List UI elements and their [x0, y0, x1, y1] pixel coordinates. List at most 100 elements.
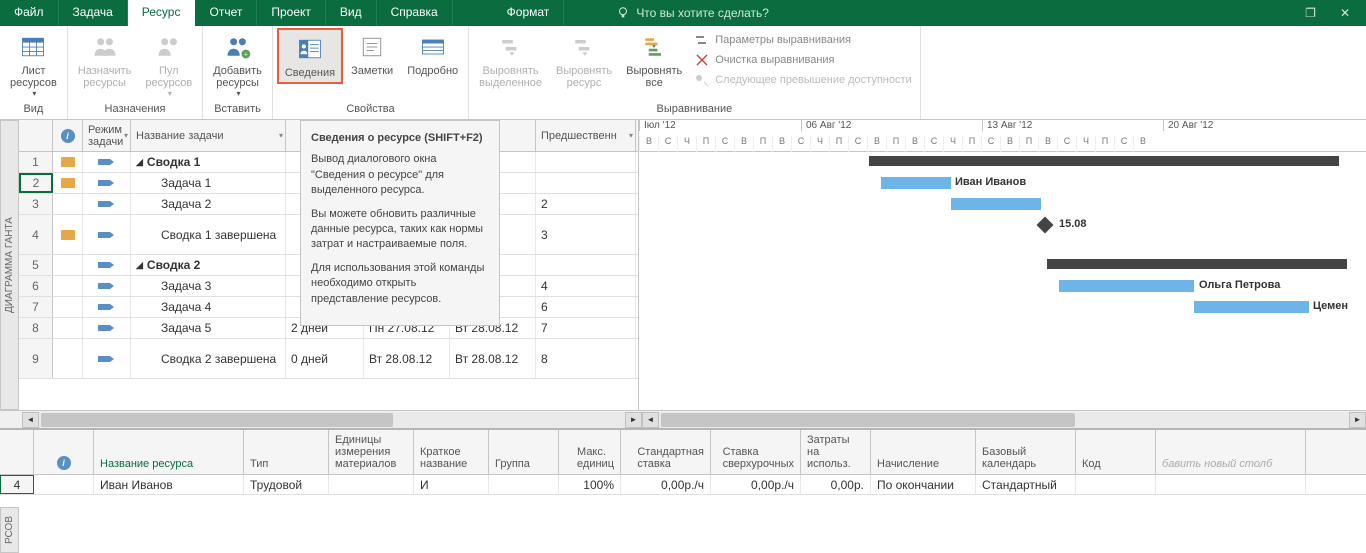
clear-leveling-link[interactable]: Очистка выравнивания	[694, 52, 911, 68]
clear-icon	[694, 52, 710, 68]
res-col-calendar[interactable]: Базовый календарь	[976, 430, 1076, 474]
scroll-track[interactable]	[659, 412, 1349, 428]
leveling-options-link[interactable]: Параметры выравнивания	[694, 32, 911, 48]
ribbon: Лист ресурсов▾ Вид Назначить ресурсы Пул…	[0, 26, 1366, 120]
link-label: Параметры выравнивания	[715, 34, 851, 46]
svg-text:+: +	[243, 52, 247, 59]
res-col-code[interactable]: Код	[1076, 430, 1156, 474]
notes-button[interactable]: Заметки	[345, 28, 399, 80]
level-all-icon	[638, 31, 670, 63]
table-row[interactable]: 9Сводка 2 завершена0 днейВт 28.08.12Вт 2…	[19, 339, 638, 379]
menu-task[interactable]: Задача	[59, 0, 128, 26]
ribbon-btn-label: Добавить ресурсы	[213, 65, 262, 89]
screentip-text: Вывод диалогового окна "Сведения о ресур…	[311, 152, 489, 198]
task-grid: i Режим задачи▾ Название задачи▾ Предшес…	[19, 120, 639, 410]
res-col-unit[interactable]: Единицы измерения материалов	[329, 430, 414, 474]
screentip-title: Сведения о ресурсе (SHIFT+F2)	[311, 131, 489, 146]
assign-resources-button: Назначить ресурсы	[72, 28, 138, 92]
res-col-group[interactable]: Группа	[489, 430, 559, 474]
res-col-cost[interactable]: Затраты на использ.	[801, 430, 871, 474]
menu-project[interactable]: Проект	[257, 0, 326, 26]
res-col-max[interactable]: Макс. единиц	[559, 430, 621, 474]
ribbon-group-label: Вид	[4, 101, 63, 117]
gantt-task-bar[interactable]	[1059, 280, 1194, 292]
gantt-label: Иван Иванов	[955, 176, 1026, 188]
resource-sheet-button[interactable]: Лист ресурсов▾	[4, 28, 63, 101]
screentip: Сведения о ресурсе (SHIFT+F2) Вывод диал…	[300, 120, 500, 326]
gantt-label: 15.08	[1059, 218, 1087, 230]
col-predecessors[interactable]: Предшественн▾	[536, 120, 636, 151]
scroll-right-button[interactable]: ►	[1349, 412, 1366, 428]
res-col-add[interactable]: бавить новый столб	[1156, 430, 1306, 474]
col-name[interactable]: Название задачи▾	[131, 120, 286, 151]
ribbon-group-label: Назначения	[72, 101, 198, 117]
add-resources-button[interactable]: + Добавить ресурсы▾	[207, 28, 268, 101]
menu-format[interactable]: Формат	[493, 0, 565, 26]
gantt-label: Цемен	[1313, 300, 1348, 312]
info-icon: i	[57, 456, 71, 470]
ribbon-btn-label: Выровнять ресурс	[556, 65, 612, 89]
gantt-milestone[interactable]	[1037, 217, 1054, 234]
notes-icon	[356, 31, 388, 63]
details-icon	[417, 31, 449, 63]
screentip-text: Вы можете обновить различные данные ресу…	[311, 207, 489, 253]
level-all-button[interactable]: Выровнять все	[620, 28, 688, 92]
ribbon-btn-label: Подробно	[407, 65, 458, 77]
info-card-icon	[294, 33, 326, 65]
information-button[interactable]: Сведения	[277, 28, 343, 84]
ribbon-group-label: Вставить	[207, 101, 268, 117]
ribbon-btn-label: Пул ресурсов	[145, 65, 192, 89]
col-mode[interactable]: Режим задачи▾	[83, 120, 131, 151]
pool-icon	[153, 31, 185, 63]
gantt-tab[interactable]: ДИАГРАММА ГАНТА	[0, 120, 19, 410]
res-col-rate[interactable]: Стандартная ставка	[621, 430, 711, 474]
level-resource-button: Выровнять ресурс	[550, 28, 618, 92]
table-row[interactable]: 4Иван ИвановТрудовойИ100%0,00р./ч0,00р./…	[0, 475, 1366, 495]
resource-sheet: i Название ресурса Тип Единицы измерения…	[0, 428, 1366, 495]
gantt-summary-bar[interactable]	[869, 156, 1339, 166]
ribbon-group-label: Выравнивание	[473, 101, 916, 117]
gantt-task-bar[interactable]	[1194, 301, 1309, 313]
next-icon	[694, 72, 710, 88]
gantt-summary-bar[interactable]	[1047, 259, 1347, 269]
people-add-icon: +	[222, 31, 254, 63]
res-col-overtime[interactable]: Ставка сверхурочных	[711, 430, 801, 474]
sheet-icon	[17, 31, 49, 63]
gantt-task-bar[interactable]	[951, 198, 1041, 210]
ribbon-btn-label: Выровнять выделенное	[479, 65, 542, 89]
gantt-task-bar[interactable]	[881, 177, 951, 189]
menu-help[interactable]: Справка	[377, 0, 453, 26]
ribbon-btn-label: Назначить ресурсы	[78, 65, 132, 89]
res-col-type[interactable]: Тип	[244, 430, 329, 474]
next-overallocation-link[interactable]: Следующее превышение доступности	[694, 72, 911, 88]
res-col-accrue[interactable]: Начисление	[871, 430, 976, 474]
window-restore-icon[interactable]: ❐	[1299, 4, 1322, 22]
menu-resource[interactable]: Ресурс	[128, 0, 196, 26]
bulb-icon	[616, 6, 630, 20]
ribbon-group-label: Свойства	[277, 101, 464, 117]
level-sel-icon	[495, 31, 527, 63]
resource-pool-button: Пул ресурсов▾	[139, 28, 198, 101]
gantt-chart: Іюл '1206 Авг '1213 Авг '1220 Авг '12 ВС…	[639, 120, 1366, 410]
window-close-icon[interactable]: ✕	[1334, 4, 1356, 22]
res-col-short[interactable]: Краткое название	[414, 430, 489, 474]
scroll-left-button[interactable]: ◄	[22, 412, 39, 428]
level-res-icon	[568, 31, 600, 63]
menubar: Файл Задача Ресурс Отчет Проект Вид Спра…	[0, 0, 1366, 26]
details-button[interactable]: Подробно	[401, 28, 464, 80]
level-selection-button: Выровнять выделенное	[473, 28, 548, 92]
options-icon	[694, 32, 710, 48]
menu-view[interactable]: Вид	[326, 0, 377, 26]
tell-me[interactable]: Что вы хотите сделать?	[604, 0, 781, 26]
scroll-right-button[interactable]: ►	[625, 412, 642, 428]
res-col-name[interactable]: Название ресурса	[94, 430, 244, 474]
ribbon-btn-label: Лист ресурсов	[10, 65, 57, 89]
scroll-left-button[interactable]: ◄	[642, 412, 659, 428]
info-icon: i	[61, 129, 75, 143]
screentip-text: Для использования этой команды необходим…	[311, 261, 489, 307]
menu-file[interactable]: Файл	[0, 0, 59, 26]
menu-report[interactable]: Отчет	[195, 0, 257, 26]
scroll-track[interactable]	[39, 412, 625, 428]
resources-tab[interactable]: РСОВ	[0, 507, 19, 553]
people-icon	[89, 31, 121, 63]
